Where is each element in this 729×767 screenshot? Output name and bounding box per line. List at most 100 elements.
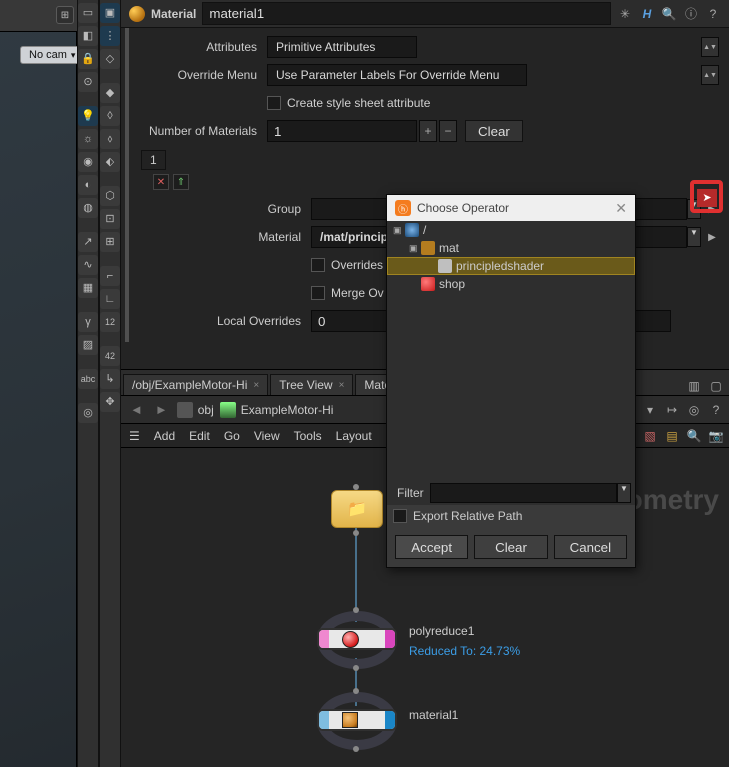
node-input-dot[interactable] (353, 484, 359, 490)
clear-button[interactable]: Clear (474, 535, 547, 559)
tool-camera-icon[interactable]: ◉ (78, 152, 98, 172)
tool-generic-icon[interactable]: ◇ (100, 49, 120, 69)
tool-snap-icon[interactable]: ⊙ (78, 72, 98, 92)
insert-instance-icon[interactable]: ⇑ (173, 174, 189, 190)
step-minus-button[interactable]: − (439, 120, 457, 142)
tool-grid-icon[interactable]: ▦ (78, 278, 98, 298)
palette-icon[interactable]: ▧ (641, 427, 659, 445)
selmode-point-icon[interactable]: ⋮ (100, 26, 120, 46)
menu-layout[interactable]: Layout (336, 429, 372, 443)
pane-max-icon[interactable]: ▢ (707, 377, 725, 395)
attributes-dropdown[interactable]: Primitive Attributes (267, 36, 417, 58)
tree-row-principledshader[interactable]: principledshader (387, 257, 635, 275)
tool-display-icon[interactable]: ◧ (78, 26, 98, 46)
tool-num-icon[interactable]: 12 (100, 312, 120, 332)
tool-generic-icon[interactable]: ⬡ (100, 186, 120, 206)
stylesheet-checkbox[interactable] (267, 96, 281, 110)
node-file[interactable]: 📁 (331, 490, 383, 528)
tab-network[interactable]: /obj/ExampleMotor-Hi× (123, 374, 268, 395)
node-output-dot[interactable] (353, 530, 359, 536)
tool-generic-icon[interactable]: ◆ (100, 83, 120, 103)
search-icon[interactable]: 🔍 (661, 6, 677, 22)
tool-text-icon[interactable]: abc (78, 369, 98, 389)
nav-back-icon[interactable]: ◄ (127, 402, 146, 417)
material-menu-icon[interactable]: ▼ (687, 227, 701, 247)
tool-path-icon[interactable]: ↳ (100, 369, 120, 389)
tool-num-icon[interactable]: 42 (100, 346, 120, 366)
expose-icon[interactable]: ◎ (685, 401, 703, 419)
operator-tree[interactable]: ▣ / ▣ mat principledshader ▸ shop (387, 221, 635, 481)
selmode-object-icon[interactable]: ▣ (100, 3, 120, 23)
tool-generic-icon[interactable]: ⊡ (100, 209, 120, 229)
override-dropdown[interactable]: Use Parameter Labels For Override Menu (267, 64, 527, 86)
clear-button[interactable]: Clear (465, 120, 523, 142)
gear-icon[interactable]: ✳ (617, 6, 633, 22)
remove-instance-icon[interactable]: ✕ (153, 174, 169, 190)
pane-new-icon[interactable]: ▥ (685, 377, 703, 395)
tool-gamma-icon[interactable]: γ (78, 312, 98, 332)
cancel-button[interactable]: Cancel (554, 535, 627, 559)
tree-row-root[interactable]: ▣ / (387, 221, 635, 239)
help-icon[interactable]: ? (705, 6, 721, 22)
tool-perspective-icon[interactable]: ▭ (78, 3, 98, 23)
node-name-field[interactable] (202, 2, 611, 25)
close-icon[interactable]: × (339, 380, 345, 391)
tool-generic-icon[interactable]: ⬖ (100, 152, 120, 172)
export-relative-checkbox[interactable] (393, 509, 407, 523)
tool-light-icon[interactable]: 💡 (78, 106, 98, 126)
nav-fwd-icon[interactable]: ► (152, 402, 171, 417)
filter-field[interactable] (430, 483, 617, 503)
path-crumb-obj[interactable]: obj (177, 402, 214, 418)
houdini-icon[interactable]: H (639, 6, 655, 22)
tool-render-icon[interactable]: ◎ (78, 403, 98, 423)
link-icon[interactable]: ↦ (663, 401, 681, 419)
tool-shade-icon[interactable]: ◐ (78, 175, 98, 195)
viewport-3d[interactable] (0, 0, 77, 767)
camera-dropdown[interactable]: No cam (20, 46, 84, 64)
tool-generic-icon[interactable]: ⬨ (100, 129, 120, 149)
tab-treeview[interactable]: Tree View× (270, 374, 353, 395)
chevron-updown-icon[interactable]: ▲▼ (701, 37, 719, 57)
search-icon[interactable]: 🔍 (685, 427, 703, 445)
tool-env-icon[interactable]: ◍ (78, 198, 98, 218)
snapshot-icon[interactable]: 📷 (707, 427, 725, 445)
tree-row-mat[interactable]: ▣ mat (387, 239, 635, 257)
pin-icon[interactable]: ▾ (641, 401, 659, 419)
tool-edge-icon[interactable]: ⌐ (100, 266, 120, 286)
tool-lock-icon[interactable]: 🔒 (78, 49, 98, 69)
filter-menu-icon[interactable]: ▼ (617, 483, 631, 503)
merge-overrides-checkbox[interactable] (311, 286, 325, 300)
menu-tools[interactable]: Tools (294, 429, 322, 443)
tree-row-shop[interactable]: ▸ shop (387, 275, 635, 293)
menu-view[interactable]: View (254, 429, 280, 443)
tool-generic-icon[interactable]: ◊ (100, 106, 120, 126)
info-icon[interactable]: ⓘ (683, 6, 699, 22)
material-browse-icon[interactable]: ▶ (705, 232, 719, 243)
node-polyreduce[interactable] (317, 611, 397, 669)
node-material[interactable] (317, 692, 397, 750)
dialog-titlebar[interactable]: ⓗ Choose Operator ✕ (387, 195, 635, 221)
overrides-use-checkbox[interactable] (311, 258, 325, 272)
tool-bone-icon[interactable]: ☼ (78, 129, 98, 149)
operator-chooser-icon[interactable]: ➤ (697, 189, 717, 207)
gallery-icon[interactable]: ▤ (663, 427, 681, 445)
tool-generic-icon[interactable]: ⊞ (100, 232, 120, 252)
chevron-updown-icon[interactable]: ▲▼ (701, 65, 719, 85)
multiparm-tab-1[interactable]: 1 (141, 150, 166, 170)
close-icon[interactable]: ✕ (615, 200, 627, 217)
tool-curve-icon[interactable]: ∿ (78, 255, 98, 275)
viewport-tool-icon[interactable]: ⊞ (56, 6, 74, 24)
help-icon[interactable]: ? (707, 401, 725, 419)
step-plus-button[interactable]: + (419, 120, 437, 142)
tool-expand-icon[interactable]: ✥ (100, 392, 120, 412)
close-icon[interactable]: × (253, 380, 259, 391)
accept-button[interactable]: Accept (395, 535, 468, 559)
tool-arrow-icon[interactable]: ↗ (78, 232, 98, 252)
tool-bg-icon[interactable]: ▨ (78, 335, 98, 355)
menu-edit[interactable]: Edit (189, 429, 210, 443)
menu-add[interactable]: Add (154, 429, 175, 443)
tool-generic-icon[interactable]: ∟ (100, 289, 120, 309)
menu-go[interactable]: Go (224, 429, 240, 443)
num-materials-field[interactable] (267, 120, 417, 142)
path-crumb-node[interactable]: ExampleMotor-Hi (220, 402, 334, 418)
